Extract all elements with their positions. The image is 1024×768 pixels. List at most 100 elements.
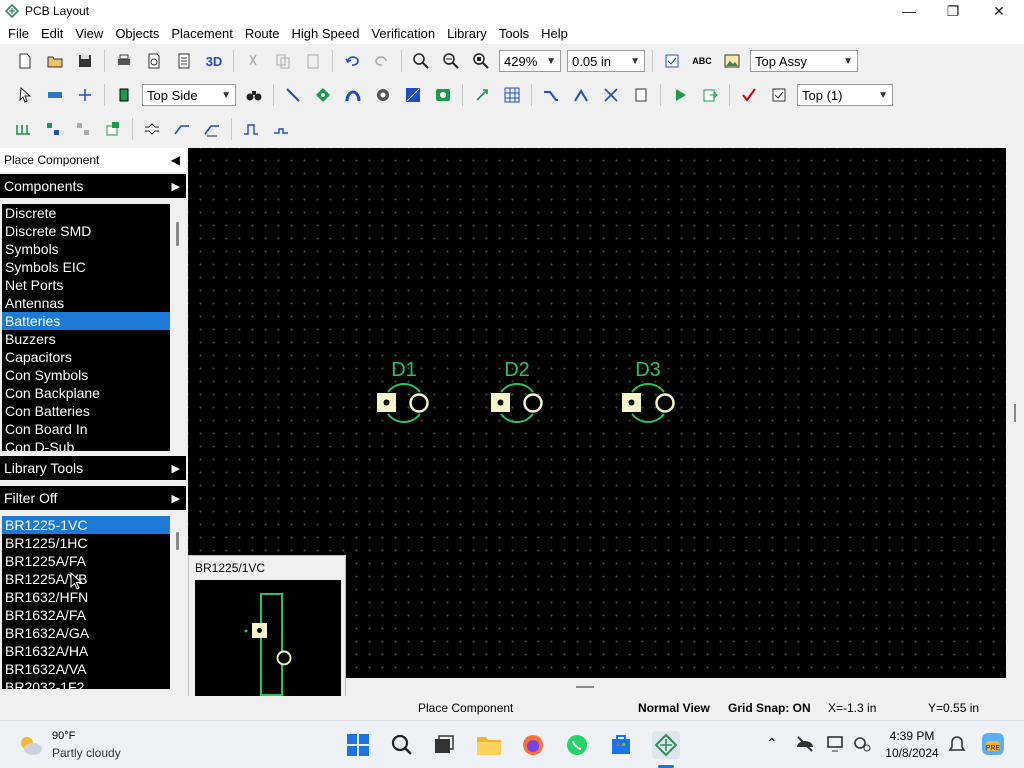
scroll-thumb[interactable]	[576, 686, 594, 688]
component-tool-button[interactable]	[111, 82, 137, 108]
measure-tool-button[interactable]	[42, 82, 68, 108]
collapse-panel-icon[interactable]: ◀	[171, 153, 180, 167]
display-icon[interactable]	[826, 735, 846, 753]
board-side-combo[interactable]: Top Side ▼	[142, 84, 236, 106]
minimize-button[interactable]: —	[886, 0, 932, 22]
part-item[interactable]: BR1632/HFN	[2, 588, 170, 606]
start-button[interactable]	[344, 731, 372, 759]
print-button[interactable]	[111, 48, 137, 74]
scroll-thumb[interactable]	[1014, 404, 1016, 422]
category-item[interactable]: Con Board In	[2, 420, 170, 438]
part-scrollbar[interactable]	[171, 516, 185, 689]
vertical-scrollbar[interactable]	[1006, 148, 1024, 696]
unroute-button[interactable]	[598, 82, 624, 108]
filter-header[interactable]: Filter Off ▶	[0, 486, 186, 510]
report-button[interactable]	[171, 48, 197, 74]
part-item[interactable]: BR1225A/VB	[2, 570, 170, 588]
bump-button[interactable]	[268, 116, 294, 142]
zoom-fit-button[interactable]	[468, 48, 494, 74]
polygon-tool-button[interactable]	[400, 82, 426, 108]
autoroute-button[interactable]	[568, 82, 594, 108]
part-item[interactable]: BR1632A/GA	[2, 624, 170, 642]
library-tools-header[interactable]: Library Tools ▶	[0, 456, 186, 480]
category-item[interactable]: Discrete	[2, 204, 170, 222]
category-item[interactable]: Symbols EIC	[2, 258, 170, 276]
menu-tools[interactable]: Tools	[493, 26, 535, 41]
pulse-button[interactable]	[238, 116, 264, 142]
properties-button[interactable]	[659, 48, 685, 74]
category-item[interactable]: Con Symbols	[2, 366, 170, 384]
settings-sync-icon[interactable]	[852, 735, 872, 753]
menu-high-speed[interactable]: High Speed	[286, 26, 366, 41]
category-item[interactable]: Symbols	[2, 240, 170, 258]
category-item[interactable]: Con Batteries	[2, 402, 170, 420]
copilot-icon[interactable]: PRE	[980, 731, 1006, 757]
menu-view[interactable]: View	[69, 26, 109, 41]
undo-button[interactable]	[339, 48, 365, 74]
category-scrollbar[interactable]	[171, 204, 185, 451]
weather-widget[interactable]: 90°F Partly cloudy	[14, 729, 134, 761]
netlist-button[interactable]	[628, 82, 654, 108]
battery-footprint-d3[interactable]: D3	[622, 359, 675, 423]
menu-file[interactable]: File	[2, 26, 35, 41]
menu-verification[interactable]: Verification	[365, 26, 441, 41]
category-item[interactable]: Buzzers	[2, 330, 170, 348]
open-button[interactable]	[42, 48, 68, 74]
select-tool-button[interactable]	[12, 82, 38, 108]
save-button[interactable]	[72, 48, 98, 74]
category-item-selected[interactable]: Batteries	[2, 312, 170, 330]
network-offline-icon[interactable]	[795, 735, 815, 753]
components-header[interactable]: Components ▶	[0, 174, 186, 198]
part-item[interactable]: BR2032-1F2	[2, 678, 170, 689]
trace-tool-button[interactable]	[280, 82, 306, 108]
maximize-button[interactable]: ❐	[930, 0, 976, 22]
table-tool-button[interactable]	[499, 82, 525, 108]
category-list[interactable]: Discrete Discrete SMD Symbols Symbols EI…	[2, 204, 170, 451]
copper-tool-button[interactable]	[430, 82, 456, 108]
part-item-selected[interactable]: BR1225-1VC	[2, 516, 170, 534]
diff-pair-button[interactable]	[139, 116, 165, 142]
route-button[interactable]	[538, 82, 564, 108]
category-item[interactable]: Con D-Sub	[2, 438, 170, 451]
spell-check-button[interactable]: ABC	[689, 48, 715, 74]
category-item[interactable]: Con Backplane	[2, 384, 170, 402]
whatsapp-button[interactable]	[563, 731, 591, 759]
battery-footprint-d1[interactable]: D1	[377, 359, 429, 423]
category-item[interactable]: Net Ports	[2, 276, 170, 294]
redo-button[interactable]	[369, 48, 395, 74]
part-item[interactable]: BR1225/1HC	[2, 534, 170, 552]
scroll-thumb[interactable]	[176, 222, 179, 246]
layer-combo[interactable]: Top (1) ▼	[797, 84, 893, 106]
menu-placement[interactable]: Placement	[165, 26, 238, 41]
group-button[interactable]	[40, 116, 66, 142]
menu-help[interactable]: Help	[535, 26, 574, 41]
bus-button[interactable]	[10, 116, 36, 142]
part-item[interactable]: BR1632A/VA	[2, 660, 170, 678]
category-item[interactable]: Capacitors	[2, 348, 170, 366]
part-item[interactable]: BR1225A/FA	[2, 552, 170, 570]
category-item[interactable]: Discrete SMD	[2, 222, 170, 240]
close-button[interactable]: ✕	[976, 0, 1022, 22]
store-button[interactable]	[607, 731, 635, 759]
grid-size-combo[interactable]: 0.05 in ▼	[567, 50, 645, 72]
clock-time[interactable]: 4:39 PM	[882, 729, 942, 743]
category-item[interactable]: Antennas	[2, 294, 170, 312]
part-list[interactable]: BR1225-1VC BR1225/1HC BR1225A/FA BR1225A…	[2, 516, 170, 689]
drc-button[interactable]	[736, 82, 762, 108]
paste-button[interactable]	[300, 48, 326, 74]
align-button[interactable]	[100, 116, 126, 142]
notification-bell-icon[interactable]	[948, 735, 966, 755]
scroll-thumb[interactable]	[176, 532, 179, 550]
zoom-level-combo[interactable]: 429% ▼	[499, 50, 561, 72]
show-hidden-icons-icon[interactable]: ⌃	[766, 735, 778, 752]
pad-tool-button[interactable]	[310, 82, 336, 108]
print-preview-button[interactable]	[141, 48, 167, 74]
crosshair-tool-button[interactable]	[72, 82, 98, 108]
length-tune-button[interactable]	[169, 116, 195, 142]
copy-button[interactable]	[270, 48, 296, 74]
part-item[interactable]: BR1632A/FA	[2, 606, 170, 624]
cut-button[interactable]	[240, 48, 266, 74]
task-view-button[interactable]	[430, 731, 458, 759]
view-mode-combo[interactable]: Top Assy ▼	[750, 50, 858, 72]
menu-objects[interactable]: Objects	[109, 26, 165, 41]
